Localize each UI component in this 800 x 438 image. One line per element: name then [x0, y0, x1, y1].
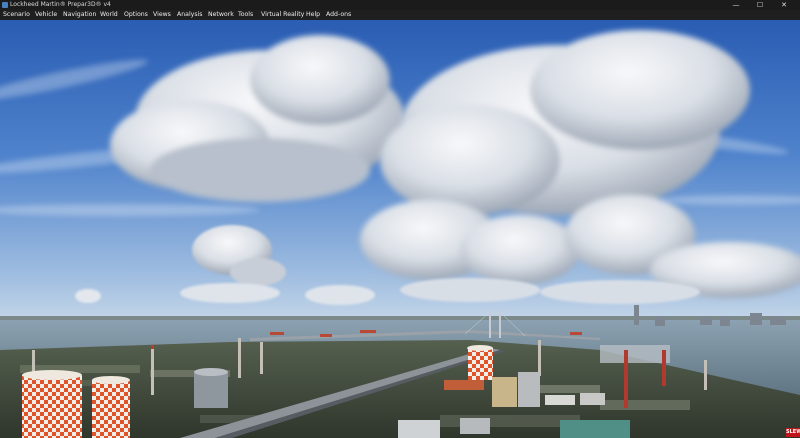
- far-shoreline: [0, 316, 800, 320]
- storage-tank-large: [22, 370, 82, 438]
- menu-analysis[interactable]: Analysis: [176, 10, 204, 20]
- menu-options[interactable]: Options: [123, 10, 149, 20]
- storage-tank-far: [467, 345, 493, 380]
- menu-help[interactable]: Help: [305, 10, 321, 20]
- menu-scenario[interactable]: Scenario: [2, 10, 31, 20]
- window-title: Lockheed Martin® Prepar3D® v4: [10, 1, 111, 8]
- menu-add-ons[interactable]: Add-ons: [325, 10, 352, 20]
- minimize-button[interactable]: —: [724, 0, 748, 10]
- storage-tank-medium: [92, 376, 130, 438]
- storage-tank-grey: [194, 368, 228, 408]
- menu-bar: Scenario Vehicle Navigation World Option…: [0, 10, 800, 20]
- menu-world[interactable]: World: [99, 10, 119, 20]
- menu-views[interactable]: Views: [152, 10, 172, 20]
- scenery-render: [0, 20, 800, 438]
- scenery-viewport[interactable]: SLEW: [0, 20, 800, 438]
- slew-indicator: SLEW: [786, 428, 800, 437]
- app-icon: [2, 2, 8, 8]
- close-button[interactable]: ✕: [772, 0, 796, 10]
- menu-vehicle[interactable]: Vehicle: [34, 10, 58, 20]
- menu-network[interactable]: Network: [207, 10, 235, 20]
- menu-tools[interactable]: Tools: [237, 10, 254, 20]
- maximize-button[interactable]: ☐: [748, 0, 772, 10]
- simulator-window: Lockheed Martin® Prepar3D® v4 — ☐ ✕ Scen…: [0, 0, 800, 438]
- title-bar[interactable]: Lockheed Martin® Prepar3D® v4 — ☐ ✕: [0, 0, 800, 10]
- menu-navigation[interactable]: Navigation: [62, 10, 97, 20]
- menu-virtual-reality[interactable]: Virtual Reality: [260, 10, 305, 20]
